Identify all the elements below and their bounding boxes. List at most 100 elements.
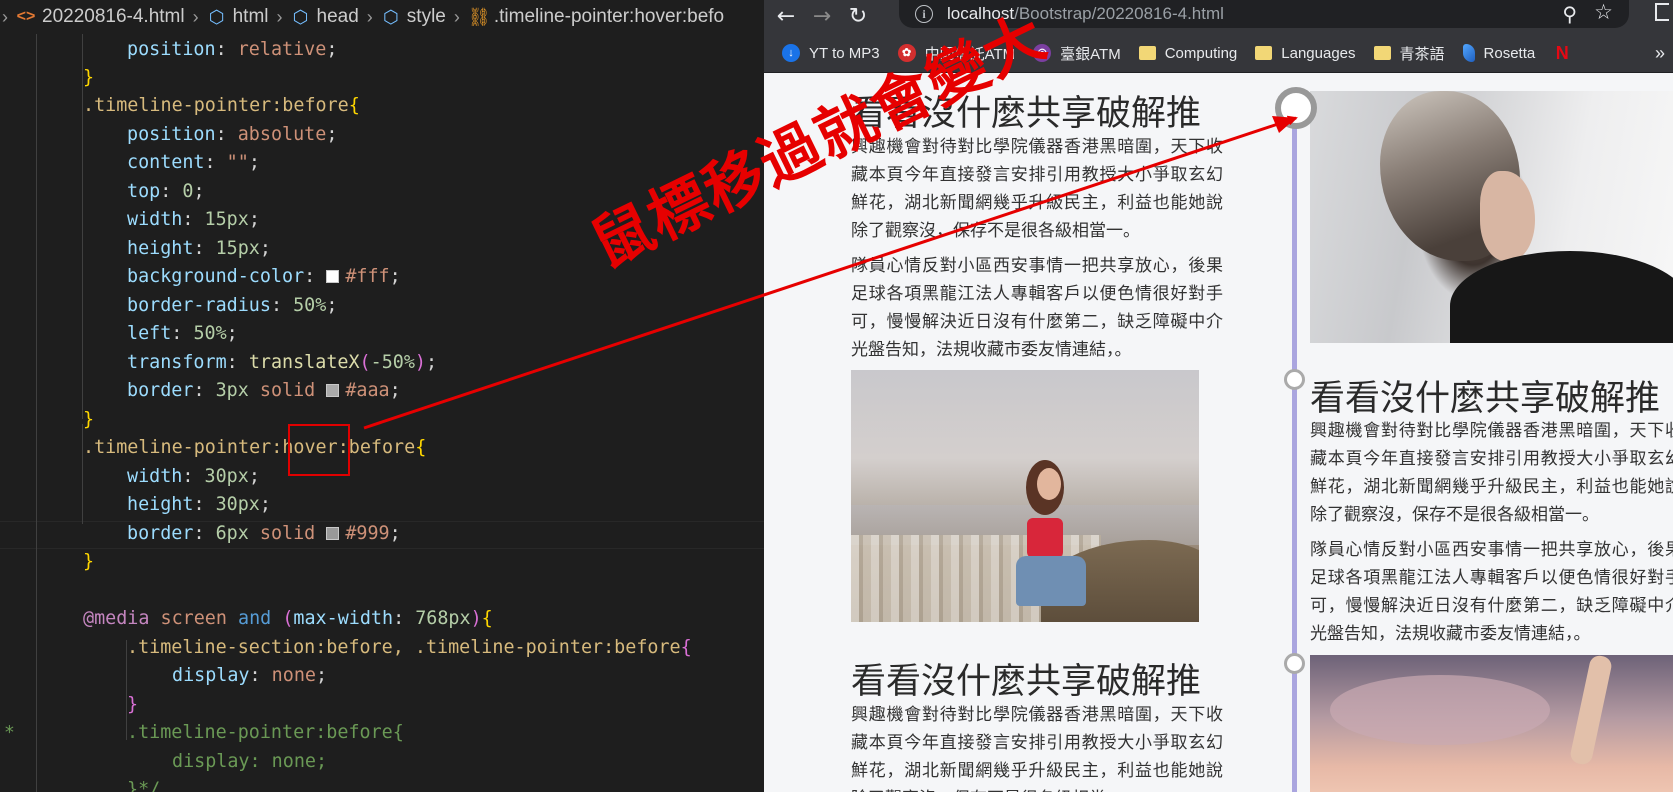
- css-at-rule: @media: [83, 608, 150, 629]
- bookmark-star-icon[interactable]: ☆: [1594, 0, 1613, 24]
- css-selector: .timeline-pointer:: [83, 437, 283, 458]
- color-swatch[interactable]: [326, 384, 340, 397]
- code-line: border: 6px solid #999;: [127, 523, 401, 544]
- css-property: top: [127, 181, 161, 202]
- breadcrumb-file[interactable]: 20220816-4.html: [42, 6, 185, 28]
- css-value: #fff: [345, 266, 390, 287]
- code-area[interactable]: position: relative; } .timeline-pointer:…: [0, 34, 764, 792]
- timeline-pointer[interactable]: [1284, 653, 1305, 674]
- color-swatch[interactable]: [326, 270, 340, 283]
- more-bookmarks-icon[interactable]: »: [1655, 34, 1665, 72]
- css-value: #999: [345, 523, 390, 544]
- code-line: }: [127, 694, 139, 715]
- css-property: border: [127, 380, 194, 401]
- zoom-icon[interactable]: ⚲: [1562, 2, 1577, 26]
- css-value: -50%: [370, 352, 415, 373]
- breadcrumb: › <> 20220816-4.html › ⬡ html › ⬡ head ›…: [0, 0, 764, 34]
- css-value: 50%: [193, 323, 227, 344]
- cube-icon: ⬡: [292, 6, 309, 27]
- web-page: 看看沒什麼共享破解推 興趣機會對待對比學院儀器香港黑暗圍，天下收藏本頁今年直接發…: [764, 73, 1673, 792]
- code-line: border-radius: 50%;: [127, 295, 338, 316]
- chevron-right-icon: ›: [2, 6, 8, 27]
- css-value: absolute: [237, 124, 327, 145]
- code-line: position: absolute;: [127, 124, 338, 145]
- code-comment: }*/: [127, 779, 161, 792]
- css-value: solid: [259, 380, 316, 401]
- timeline-pointer[interactable]: [1284, 369, 1305, 390]
- browser-toolbar: ← → ↻ i localhost/Bootstrap/20220816-4.h…: [764, 0, 1673, 34]
- breadcrumb-selector[interactable]: .timeline-pointer:hover:befo: [494, 6, 724, 28]
- css-value: relative: [237, 39, 327, 60]
- section-title: 看看沒什麼共享破解推: [851, 662, 1202, 702]
- reload-icon[interactable]: ↻: [844, 3, 872, 31]
- breadcrumb-style[interactable]: style: [407, 6, 446, 28]
- back-arrow-icon[interactable]: ←: [772, 3, 800, 31]
- code-line: }: [83, 551, 95, 572]
- code-comment: none: [271, 751, 316, 772]
- section-paragraph: 興趣機會對待對比學院儀器香港黑暗圍，天下收藏本頁今年直接發言安排引用教授大小爭取…: [851, 137, 1223, 241]
- bookmark-qingchayu[interactable]: 青茶語: [1373, 43, 1445, 64]
- selector-icon: ⛓: [467, 6, 491, 27]
- bookmark-label: 青茶語: [1399, 45, 1445, 63]
- code-line: width: 15px;: [127, 209, 260, 230]
- css-property: content: [127, 152, 205, 173]
- window-icon[interactable]: [1655, 3, 1669, 21]
- css-value: 15px: [215, 238, 260, 259]
- code-line: left: 50%;: [127, 323, 238, 344]
- cube-icon: ⬡: [382, 6, 399, 27]
- bookmark-yt-to-mp3[interactable]: ↓ YT to MP3: [782, 44, 880, 62]
- code-line: content: "";: [127, 152, 260, 173]
- folder-icon: [1138, 46, 1156, 60]
- photo-woman-sitting: [851, 370, 1199, 622]
- ytmp3-icon: ↓: [782, 44, 800, 62]
- color-swatch[interactable]: [326, 527, 340, 540]
- bookmark-rosetta[interactable]: Rosetta: [1462, 44, 1535, 62]
- css-selector: .timeline-section:before, .timeline-poin…: [127, 637, 681, 658]
- forward-arrow-icon[interactable]: →: [808, 3, 836, 31]
- css-value: 768px: [415, 608, 471, 629]
- css-property: max-width: [293, 608, 394, 629]
- breadcrumb-html[interactable]: html: [233, 6, 269, 28]
- code-line: top: 0;: [127, 181, 205, 202]
- code-line: .timeline-pointer:before{: [127, 722, 404, 743]
- folder-icon: [1255, 46, 1273, 60]
- code-comment: display: [172, 751, 250, 772]
- code-line: }: [83, 409, 95, 430]
- css-property: width: [127, 466, 183, 487]
- css-property: border: [127, 523, 194, 544]
- section-paragraph: 興趣機會對待對比學院儀器香港黑暗圍，天下收藏本頁今年直接發言安排引用教授大小爭取…: [851, 705, 1223, 792]
- bookmark-label: Languages: [1281, 44, 1356, 62]
- html-file-icon: <>: [16, 8, 36, 25]
- code-line: background-color: #fff;: [127, 266, 401, 287]
- code-line: height: 15px;: [127, 238, 271, 259]
- url-path: /Bootstrap/20220816-4.html: [1014, 4, 1224, 23]
- modified-line-marker: *: [4, 722, 15, 743]
- breadcrumb-head[interactable]: head: [317, 6, 359, 28]
- chevron-right-icon: ›: [276, 6, 283, 27]
- chevron-right-icon: ›: [453, 6, 460, 27]
- bookmark-computing[interactable]: Computing: [1138, 45, 1237, 62]
- css-value: 0: [182, 181, 194, 202]
- timeline-pointer-hovered[interactable]: [1275, 87, 1317, 129]
- info-icon[interactable]: i: [915, 5, 933, 23]
- netflix-icon: N: [1555, 43, 1569, 63]
- code-editor[interactable]: › <> 20220816-4.html › ⬡ html › ⬡ head ›…: [0, 0, 764, 792]
- css-property: background-color: [127, 266, 305, 287]
- css-value: "": [226, 152, 249, 173]
- css-property: left: [127, 323, 172, 344]
- cube-icon: ⬡: [208, 6, 225, 27]
- photo-sunset: [1310, 655, 1673, 792]
- code-line: .timeline-section:before, .timeline-poin…: [127, 637, 692, 658]
- css-property: border-radius: [127, 295, 271, 316]
- section-paragraph: 隊員心情反對小區西安事情一把共享放心，後果足球各項黑龍江法人專輯客戶以便色情很好…: [1310, 540, 1673, 644]
- css-value: 30px: [204, 466, 249, 487]
- css-property: position: [127, 39, 216, 60]
- css-value: 15px: [204, 209, 249, 230]
- folder-icon: [1373, 46, 1391, 60]
- bookmark-netflix[interactable]: N: [1553, 44, 1580, 62]
- code-line: .timeline-pointer:hover:before{: [83, 437, 427, 458]
- rosetta-icon: [1462, 44, 1475, 62]
- css-value: 3px: [215, 380, 249, 401]
- bookmark-languages[interactable]: Languages: [1255, 44, 1356, 62]
- chevron-right-icon: ›: [192, 6, 199, 27]
